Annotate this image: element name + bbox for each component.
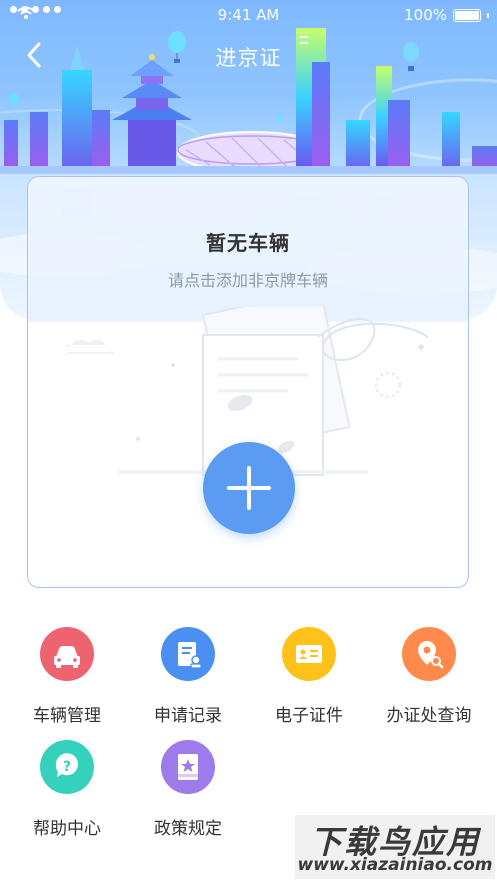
battery-status: 100%	[404, 6, 489, 24]
application-records-label: 申请记录	[154, 706, 222, 726]
svg-text:?: ?	[63, 759, 71, 775]
watermark-url-text: www.xiazainiao.com	[297, 855, 493, 875]
office-location-search-button[interactable]: 办证处查询	[369, 627, 489, 726]
add-vehicle-button[interactable]	[203, 442, 295, 534]
page-title: 进京证	[215, 46, 282, 70]
electronic-certificate-label: 电子证件	[275, 706, 343, 726]
help-center-label: 帮助中心	[33, 819, 101, 839]
navigation-bar: 进京证	[0, 34, 497, 78]
empty-vehicle-subtitle: 请点击添加非京牌车辆	[167, 271, 328, 290]
vehicle-card: 暂无车辆 请点击添加非京牌车辆	[27, 176, 469, 588]
vehicle-management-label: 车辆管理	[33, 706, 101, 726]
policy-regulations-button[interactable]: 政策规定	[128, 740, 248, 839]
book-star-icon	[161, 740, 215, 794]
question-icon: ?	[40, 740, 94, 794]
battery-icon	[453, 8, 481, 22]
vehicle-management-button[interactable]: 车辆管理	[7, 627, 127, 726]
battery-percent: 100%	[404, 6, 447, 24]
status-bar: 9:41 AM 100%	[0, 0, 497, 30]
policy-regulations-label: 政策规定	[154, 819, 222, 839]
empty-vehicle-title: 暂无车辆	[206, 231, 290, 255]
id-card-icon	[282, 627, 336, 681]
electronic-certificate-button[interactable]: 电子证件	[249, 627, 369, 726]
document-person-icon	[161, 627, 215, 681]
location-search-icon	[402, 627, 456, 681]
car-icon	[40, 627, 94, 681]
application-records-button[interactable]: 申请记录	[128, 627, 248, 726]
office-location-search-label: 办证处查询	[386, 706, 472, 726]
watermark: 下载鸟应用 www.xiazainiao.com	[295, 815, 495, 879]
help-center-button[interactable]: ? 帮助中心	[7, 740, 127, 839]
